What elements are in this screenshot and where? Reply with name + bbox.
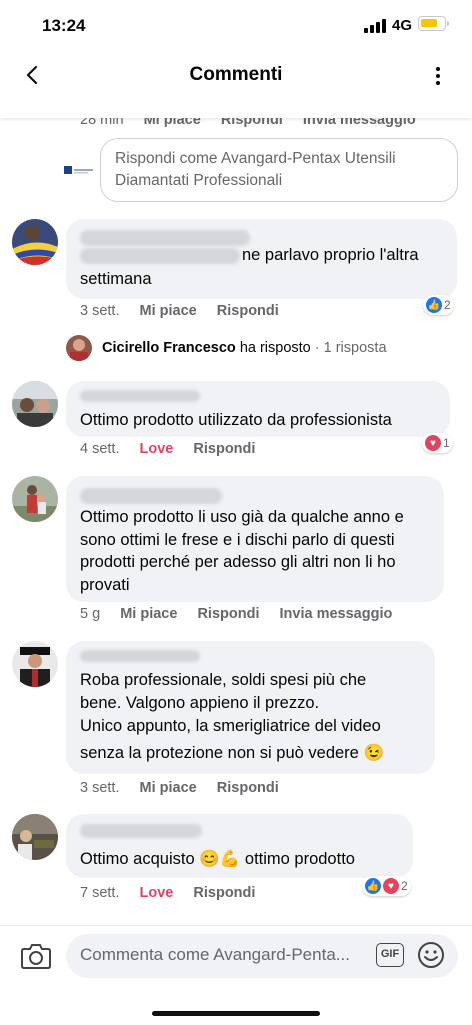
- comment-bubble: ne parlavo proprio l'altra settimana: [66, 219, 457, 299]
- redacted-name: [80, 650, 200, 662]
- love-button[interactable]: Love: [140, 885, 174, 901]
- reply-button[interactable]: Rispondi: [197, 606, 259, 622]
- reply-button[interactable]: Rispondi: [193, 885, 255, 901]
- love-button[interactable]: Love: [140, 441, 174, 457]
- reply-button[interactable]: Rispondi: [193, 441, 255, 457]
- like-button[interactable]: Mi piace: [140, 780, 197, 796]
- network-label: 4G: [392, 17, 413, 34]
- comment-meta: 5 g Mi piace Rispondi Invia messaggio: [80, 606, 408, 622]
- reply-count: · 1 risposta: [314, 340, 387, 356]
- page-logo: [64, 163, 94, 177]
- comment-text: ne parlavo proprio l'altra: [242, 246, 419, 264]
- comment-meta: 7 sett. Love Rispondi: [80, 885, 271, 901]
- like-button[interactable]: Mi piace: [140, 303, 197, 319]
- comment-text: Unico appunto, la smerigliatrice del vid…: [80, 717, 381, 735]
- signal-icon: [364, 19, 386, 33]
- emoji-icon[interactable]: [417, 941, 445, 969]
- comment-text: Ottimo acquisto 😊💪 ottimo prodotto: [80, 850, 355, 868]
- redacted-name: [80, 488, 222, 504]
- redacted-text: [80, 248, 240, 264]
- comment-bubble: Ottimo prodotto li uso già da qualche an…: [66, 476, 444, 602]
- redacted-name: [80, 824, 202, 838]
- love-reaction-icon: ♥: [383, 878, 399, 894]
- send-message-button[interactable]: Invia messaggio: [280, 606, 393, 622]
- love-reaction-icon: ♥: [425, 435, 441, 451]
- comment-meta: 3 sett. Mi piace Rispondi: [80, 780, 295, 796]
- reply-button[interactable]: Rispondi: [217, 303, 279, 319]
- redacted-name: [80, 390, 200, 402]
- reaction-count: 2: [444, 298, 451, 312]
- page-title: Commenti: [189, 64, 283, 85]
- gif-button[interactable]: GIF: [376, 943, 404, 967]
- comment-input-placeholder: Commenta come Avangard-Penta...: [80, 945, 350, 964]
- status-time: 13:24: [42, 16, 86, 35]
- header: Commenti: [0, 50, 472, 118]
- comment-time: 7 sett.: [80, 885, 120, 901]
- battery-icon: [418, 16, 449, 31]
- gif-label: GIF: [380, 948, 400, 960]
- reply-action: ha risposto: [239, 340, 311, 356]
- avatar[interactable]: [12, 219, 58, 265]
- comment-text: bene. Valgono appieno il prezzo.: [80, 694, 320, 712]
- reaction-count: 2: [401, 879, 408, 893]
- reply-button[interactable]: Rispondi: [217, 780, 279, 796]
- comment-text: Ottimo prodotto li uso già da qualche an…: [80, 508, 404, 594]
- avatar[interactable]: [12, 476, 58, 522]
- reply-as-input[interactable]: Rispondi come Avangard-Pentax Utensili D…: [100, 138, 458, 202]
- redacted-name: [80, 230, 250, 246]
- comment-text: settimana: [80, 270, 152, 288]
- comment-text: Roba professionale, soldi spesi più che: [80, 671, 367, 689]
- reply-author-name: Cicirello Francesco: [102, 340, 236, 356]
- comment-time: 4 sett.: [80, 441, 120, 457]
- view-replies-link[interactable]: Cicirello Francesco ha risposto · 1 risp…: [102, 340, 387, 356]
- comment-bubble: Ottimo acquisto 😊💪 ottimo prodotto: [66, 814, 413, 878]
- like-reaction-icon: 👍: [365, 878, 381, 894]
- camera-icon[interactable]: [20, 941, 52, 971]
- comment-text: Ottimo prodotto utilizzato da profession…: [80, 411, 392, 429]
- reaction-count: 1: [443, 436, 450, 450]
- avatar[interactable]: [12, 381, 58, 427]
- comment-time: 3 sett.: [80, 303, 120, 319]
- reply-avatar[interactable]: [66, 335, 92, 361]
- like-button[interactable]: Mi piace: [120, 606, 177, 622]
- home-indicator: [152, 1011, 320, 1016]
- comment-meta: 3 sett. Mi piace Rispondi: [80, 303, 295, 319]
- like-reaction-icon: 👍: [426, 297, 442, 313]
- comment-time: 3 sett.: [80, 780, 120, 796]
- reaction-summary[interactable]: 👍 2: [423, 295, 454, 315]
- avatar[interactable]: [12, 814, 58, 860]
- comment-meta: 4 sett. Love Rispondi: [80, 441, 271, 457]
- comment-bubble: Ottimo prodotto utilizzato da profession…: [66, 381, 450, 437]
- comment-bubble: Roba professionale, soldi spesi più che …: [66, 641, 435, 774]
- avatar[interactable]: [12, 641, 58, 687]
- comment-time: 5 g: [80, 606, 101, 622]
- comment-text: senza la protezione non si può vedere 😉: [80, 744, 384, 762]
- more-options-icon[interactable]: [428, 64, 448, 88]
- reaction-summary[interactable]: ♥ 1: [422, 433, 453, 453]
- reaction-summary[interactable]: 👍 ♥ 2: [362, 876, 411, 896]
- status-bar: 13:24 4G: [0, 0, 472, 50]
